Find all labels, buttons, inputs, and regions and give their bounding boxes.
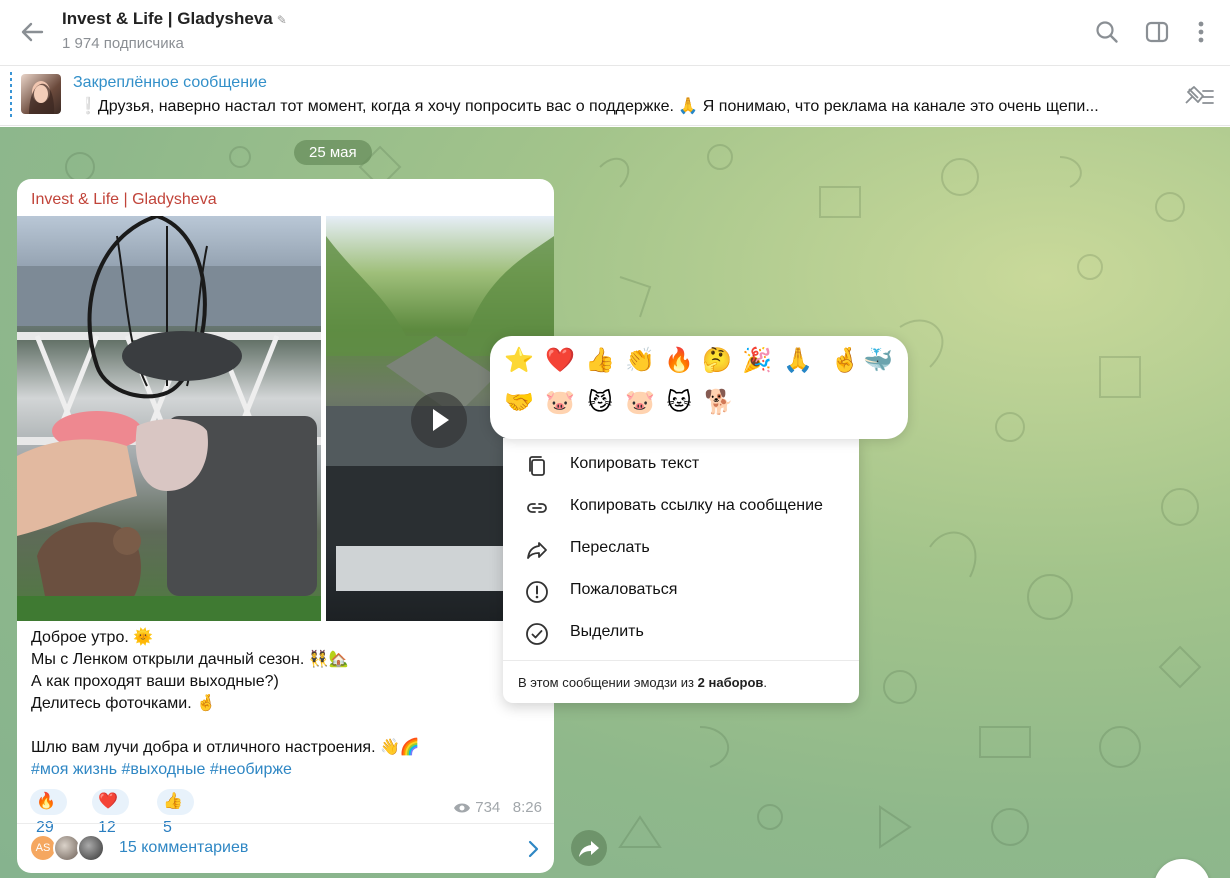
video-play-button[interactable] — [411, 392, 467, 448]
picker-crossed-fingers-emoji-icon[interactable]: 🤞 — [828, 344, 862, 378]
picker-fire-emoji-icon[interactable]: 🔥 — [662, 344, 696, 378]
avatar — [77, 834, 105, 862]
picker-yes-pig-emoji-icon[interactable]: 🐷 — [543, 386, 577, 420]
picker-party-emoji-icon[interactable]: 🎉 — [740, 344, 774, 378]
forward-icon — [527, 542, 547, 559]
subscriber-count: 1 974 подписчика — [62, 35, 184, 52]
message-line: Делитесь фоточками. 🤞 — [31, 695, 217, 712]
comments-count-label: 15 комментариев — [119, 839, 249, 856]
picker-pig-emoji-icon[interactable]: 🐷 — [623, 386, 657, 420]
pinned-preview-text: ❕Друзья, наверно настал тот момент, когд… — [78, 98, 1099, 115]
share-arrow-icon — [579, 841, 599, 857]
more-options-icon[interactable] — [1188, 19, 1214, 45]
hashtag-link[interactable]: #необирже — [210, 761, 292, 778]
message-bubble[interactable]: Invest & Life | Gladysheva Доброе утро. … — [17, 179, 554, 873]
picker-handshake-emoji-icon[interactable]: 🤝 — [502, 386, 536, 420]
menu-item-label: Копировать текст — [570, 455, 700, 472]
menu-item-copy-text[interactable]: Копировать текст — [503, 445, 859, 487]
photo-attachment[interactable] — [17, 216, 321, 621]
message-context-menu: Копировать текст Копировать ссылку на со… — [503, 438, 859, 703]
message-text: Доброе утро. 🌞 Мы с Ленком открыли дачны… — [31, 627, 541, 781]
menu-item-report[interactable]: Пожаловаться — [503, 571, 859, 613]
hashtags: #моя жизнь #выходные #необирже — [31, 759, 541, 781]
picker-clap-emoji-icon[interactable]: 👏 — [623, 344, 657, 378]
message-line: А как проходят ваши выходные?) — [31, 673, 279, 690]
menu-item-forward[interactable]: Переслать — [503, 529, 859, 571]
emoji-sets-info[interactable]: В этом сообщении эмодзи из 2 наборов. — [518, 675, 767, 690]
picker-thumbs-up-emoji-icon[interactable]: 👍 — [583, 344, 617, 378]
copy-icon — [529, 456, 545, 476]
message-line: Доброе утро. 🌞 — [31, 629, 154, 646]
share-button[interactable] — [571, 830, 607, 866]
comments-bar[interactable]: AS 15 комментариев — [17, 823, 554, 873]
menu-item-label: Переслать — [570, 539, 650, 556]
picker-whale-emoji-icon[interactable]: 🐳 — [861, 344, 895, 378]
picker-pray-emoji-icon[interactable]: 🙏 — [781, 344, 815, 378]
picker-thinking-emoji-icon[interactable]: 🤔 — [700, 344, 734, 378]
pinned-message-bar[interactable]: Закреплённое сообщение ❕Друзья, наверно … — [0, 66, 1230, 126]
back-arrow-icon[interactable] — [18, 18, 46, 46]
pinned-title: Закреплённое сообщение — [73, 74, 267, 91]
message-sender[interactable]: Invest & Life | Gladysheva — [31, 191, 217, 209]
menu-item-copy-link[interactable]: Копировать ссылку на сообщение — [503, 487, 859, 529]
picker-heart-emoji-icon[interactable]: ❤️ — [543, 344, 577, 378]
channel-title[interactable]: Invest & Life | Gladysheva ✎ — [62, 9, 287, 29]
select-icon — [526, 623, 548, 645]
views-eye-icon — [454, 803, 471, 813]
link-icon — [527, 503, 547, 513]
pinned-indicator — [10, 72, 12, 118]
hashtag-link[interactable]: #моя жизнь — [31, 761, 117, 778]
sidebar-toggle-icon[interactable] — [1144, 19, 1170, 45]
thumbs-up-emoji-icon: 👍 — [163, 793, 183, 810]
view-count: 734 — [475, 799, 501, 816]
menu-item-label: Выделить — [570, 623, 644, 640]
reaction-chip[interactable]: ❤️12 — [92, 789, 129, 836]
message-line — [31, 715, 541, 737]
menu-divider — [503, 660, 859, 661]
picker-star-emoji-icon[interactable]: ⭐ — [502, 344, 536, 378]
pinned-thumbnail — [21, 74, 61, 114]
chat-header: Invest & Life | Gladysheva ✎ 1 974 подпис… — [0, 0, 1230, 66]
search-icon[interactable] — [1094, 19, 1120, 45]
heart-emoji-icon: ❤️ — [98, 793, 118, 810]
message-line: Мы с Ленком открыли дачный сезон. 👯🏡 — [31, 651, 349, 668]
message-line: Шлю вам лучи добра и отличного настроени… — [31, 739, 420, 756]
menu-item-label: Пожаловаться — [570, 581, 678, 598]
menu-item-label: Копировать ссылку на сообщение — [570, 497, 823, 514]
reaction-chip[interactable]: 👍5 — [157, 789, 194, 836]
muted-icon: ✎ — [276, 13, 287, 27]
reaction-chip[interactable]: 🔥29 — [30, 789, 67, 836]
menu-item-select[interactable]: Выделить — [503, 613, 859, 655]
chevron-right-icon — [528, 840, 539, 858]
reaction-picker: ⭐ ❤️ 👍 👏 🔥 🤔 🎉 🙏 🤞 🐳 🤝 🐷 😼 🐷 🐱 🐕 — [490, 336, 908, 439]
report-icon — [526, 581, 548, 603]
picker-dog-emoji-icon[interactable]: 🐕 — [702, 386, 736, 420]
message-time: 8:26 — [512, 799, 542, 816]
hashtag-link[interactable]: #выходные — [122, 761, 206, 778]
date-separator: 25 мая — [294, 140, 372, 165]
fire-emoji-icon: 🔥 — [36, 793, 56, 810]
pinned-list-icon[interactable] — [1182, 84, 1216, 108]
picker-cat-emoji-icon[interactable]: 😼 — [583, 386, 617, 420]
message-meta: 734 8:26 — [453, 799, 542, 816]
picker-blue-cat-emoji-icon[interactable]: 🐱 — [662, 386, 696, 420]
play-icon — [433, 409, 449, 431]
